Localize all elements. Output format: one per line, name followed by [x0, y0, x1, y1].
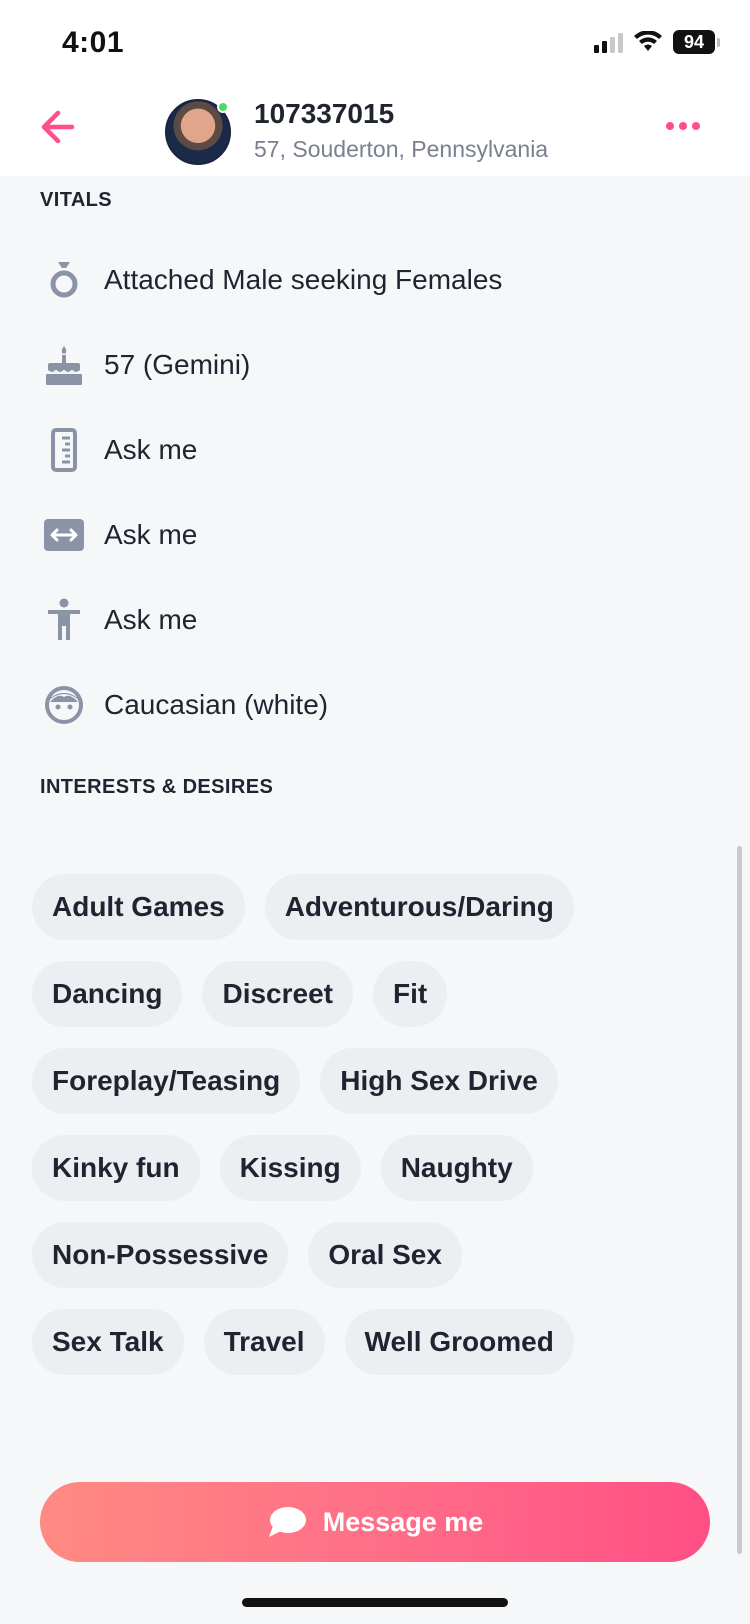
scrollbar[interactable]	[737, 846, 742, 1554]
interest-tag: Discreet	[202, 961, 353, 1027]
vital-text: Ask me	[104, 519, 198, 550]
width-icon	[40, 511, 88, 559]
message-me-label: Message me	[322, 1506, 484, 1537]
ring-icon	[40, 256, 88, 304]
cellular-signal-icon	[594, 31, 623, 53]
vital-text: Attached Male seeking Females	[104, 264, 503, 295]
interest-tag: Oral Sex	[308, 1222, 462, 1288]
home-indicator[interactable]	[242, 1598, 508, 1607]
online-status-indicator	[217, 101, 229, 113]
status-time: 4:01	[62, 26, 125, 59]
vital-row-ethnicity: Caucasian (white)	[40, 675, 328, 735]
interest-tag: Kissing	[219, 1135, 361, 1201]
profile-header: 107337015 57, Souderton, Pennsylvania	[0, 88, 750, 176]
battery-level: 94	[673, 30, 715, 54]
chat-bubble-icon	[268, 1507, 306, 1537]
interest-tag: Adventurous/Daring	[264, 874, 574, 940]
vital-row-width: Ask me	[40, 505, 197, 565]
body-type-icon	[40, 596, 88, 644]
vital-row-relationship: Attached Male seeking Females	[40, 250, 502, 310]
face-icon	[40, 681, 88, 729]
tag-row: Non-Possessive Oral Sex	[32, 1222, 672, 1288]
interest-tag: Foreplay/Teasing	[32, 1048, 301, 1114]
profile-id: 107337015	[254, 98, 395, 129]
vital-text: 57 (Gemini)	[104, 349, 251, 380]
interest-tag: Fit	[372, 961, 448, 1027]
interest-tag: Adult Games	[32, 874, 245, 940]
interest-tag: Travel	[203, 1309, 325, 1375]
tag-row: Foreplay/Teasing High Sex Drive	[32, 1048, 672, 1114]
tag-row: Sex Talk Travel Well Groomed	[32, 1309, 672, 1375]
battery-icon: 94	[673, 30, 720, 54]
more-options-icon[interactable]	[666, 122, 700, 130]
interest-tag: Non-Possessive	[32, 1222, 289, 1288]
interest-tag: Dancing	[32, 961, 183, 1027]
profile-location: 57, Souderton, Pennsylvania	[254, 136, 549, 162]
interest-tags: Adult Games Adventurous/Daring Dancing D…	[32, 874, 672, 1396]
status-bar: 4:01 94	[0, 0, 750, 88]
vital-row-age: 57 (Gemini)	[40, 335, 250, 395]
interest-tag: Well Groomed	[344, 1309, 574, 1375]
tag-row: Kinky fun Kissing Naughty	[32, 1135, 672, 1201]
vital-row-body-type: Ask me	[40, 590, 197, 650]
tag-row: Dancing Discreet Fit	[32, 961, 672, 1027]
interest-tag: Sex Talk	[32, 1309, 184, 1375]
avatar[interactable]	[165, 99, 231, 165]
back-arrow-icon[interactable]	[36, 106, 78, 148]
vitals-section-title: VITALS	[40, 189, 113, 211]
message-me-button[interactable]: Message me	[40, 1482, 710, 1562]
vital-text: Ask me	[104, 604, 198, 635]
wifi-icon	[634, 31, 662, 51]
status-icons: 94	[594, 30, 720, 54]
birthday-cake-icon	[40, 341, 88, 389]
interest-tag: High Sex Drive	[320, 1048, 558, 1114]
tag-row: Adult Games Adventurous/Daring	[32, 874, 672, 940]
vital-row-height: Ask me	[40, 420, 197, 480]
vital-text: Ask me	[104, 434, 198, 465]
ruler-icon	[40, 426, 88, 474]
interest-tag: Naughty	[380, 1135, 533, 1201]
vital-text: Caucasian (white)	[104, 689, 329, 720]
interests-section-title: INTERESTS & DESIRES	[40, 776, 274, 798]
interest-tag: Kinky fun	[32, 1135, 200, 1201]
